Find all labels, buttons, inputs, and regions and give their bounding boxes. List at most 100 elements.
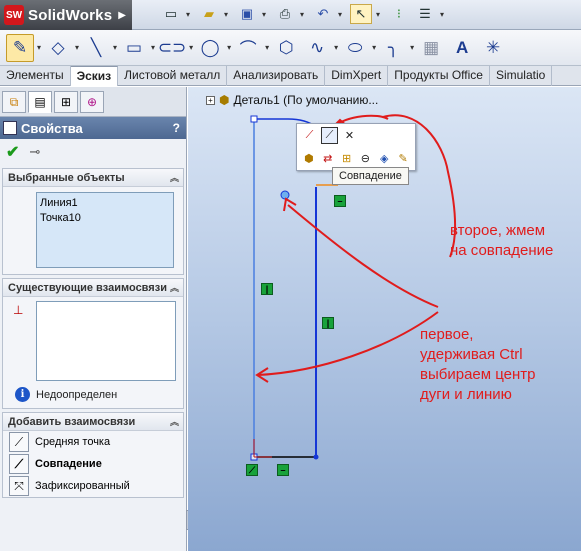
group-header[interactable]: Выбранные объекты ︽: [3, 169, 183, 187]
undo-icon[interactable]: ↶: [312, 4, 334, 24]
ok-check-icon[interactable]: ✔: [6, 142, 19, 162]
collapse-icon[interactable]: ︽: [170, 171, 179, 184]
tab-simulation[interactable]: Simulatio: [490, 66, 553, 86]
open-icon[interactable]: ▰: [198, 4, 220, 24]
properties-icon: [3, 121, 17, 135]
arc-icon[interactable]: ⌒: [234, 34, 262, 62]
endpoint-marker[interactable]: [250, 115, 258, 123]
chevron-down-icon[interactable]: ▾: [372, 43, 376, 52]
tab-sketch[interactable]: Эскиз: [70, 66, 119, 86]
text-icon[interactable]: A: [448, 34, 476, 62]
tab-office-products[interactable]: Продукты Office: [388, 66, 490, 86]
save-icon[interactable]: ▣: [236, 4, 258, 24]
tab-dimxpert[interactable]: DimXpert: [325, 66, 389, 86]
edit-sketch-icon[interactable]: ✎: [395, 150, 411, 167]
graphics-area[interactable]: + ⬢ Деталь1 (По умолчанию... | | – – ⟋ ⟋: [188, 87, 581, 551]
ellipse-icon[interactable]: ⬭: [341, 34, 369, 62]
chevron-down-icon[interactable]: ▾: [410, 43, 414, 52]
chevron-down-icon[interactable]: ▾: [334, 43, 338, 52]
configuration-manager-icon[interactable]: ⊞: [54, 91, 78, 113]
circle-icon[interactable]: ◯: [196, 34, 224, 62]
tab-features[interactable]: Элементы: [0, 66, 71, 86]
coincident-relation-badge[interactable]: ⟋: [246, 464, 258, 476]
ok-row: ✔ ⊸: [0, 139, 186, 165]
solidworks-logo-icon: SW: [4, 5, 24, 25]
line-icon[interactable]: ╲: [82, 34, 110, 62]
chevron-down-icon[interactable]: ▾: [75, 43, 79, 52]
autodimension-icon[interactable]: ⊞: [339, 150, 355, 167]
spline-icon[interactable]: ∿: [303, 34, 331, 62]
line-icon[interactable]: ⟋: [301, 127, 318, 144]
group-header[interactable]: Существующие взаимосвязи ︽: [3, 279, 183, 297]
chevron-down-icon[interactable]: ▾: [224, 4, 232, 24]
construction-icon[interactable]: ▦: [417, 34, 445, 62]
chevron-down-icon[interactable]: ▾: [338, 4, 346, 24]
dimxpert-manager-icon[interactable]: ⊕: [80, 91, 104, 113]
chevron-down-icon[interactable]: ▾: [227, 43, 231, 52]
new-icon[interactable]: ▭: [160, 4, 182, 24]
relation-fix[interactable]: ⤧ Зафиксированный: [3, 475, 183, 497]
tab-evaluate[interactable]: Анализировать: [227, 66, 326, 86]
coincident-icon[interactable]: ⟋: [321, 127, 338, 144]
existing-relations-group: Существующие взаимосвязи ︽ ⊥ i Недоопред…: [2, 278, 184, 409]
normal-to-icon[interactable]: ◈: [376, 150, 392, 167]
list-item[interactable]: Линия1: [40, 196, 170, 211]
status-text: Недоопределен: [36, 388, 118, 401]
chevron-down-icon[interactable]: ▾: [262, 4, 270, 24]
list-item[interactable]: Точка10: [40, 211, 170, 226]
point-icon[interactable]: ✳: [479, 34, 507, 62]
vertical-relation-badge[interactable]: |: [322, 317, 334, 329]
traffic-light-icon[interactable]: ⁝: [388, 4, 410, 24]
chevron-down-icon[interactable]: ▾: [113, 43, 117, 52]
polygon-icon[interactable]: ⬡: [272, 34, 300, 62]
sketch-toolbar: ✎ ▾ ◇ ▾ ╲ ▾ ▭ ▾ ⊂⊃ ▾ ◯ ▾ ⌒ ▾ ⬡ ∿ ▾ ⬭ ▾ ╮ ▾ ▦ A ✳: [0, 30, 581, 66]
annotation-arrow: [287, 204, 439, 308]
feature-manager-icon[interactable]: ⧉: [2, 91, 26, 113]
fix-icon[interactable]: ✕: [341, 127, 358, 144]
app-title: SolidWorks: [28, 6, 113, 24]
chevron-down-icon[interactable]: ▾: [300, 4, 308, 24]
pin-icon[interactable]: ⊸: [29, 144, 40, 160]
property-manager-icon[interactable]: ▤: [28, 91, 52, 113]
chevron-down-icon[interactable]: ▾: [265, 43, 269, 52]
status-row: i Недоопределен: [3, 385, 183, 408]
rectangle-icon[interactable]: ▭: [120, 34, 148, 62]
chevron-down-icon[interactable]: ▾: [376, 4, 384, 24]
arc-center-point[interactable]: [280, 190, 290, 200]
help-button[interactable]: ?: [173, 121, 180, 135]
chevron-down-icon[interactable]: ▾: [151, 43, 155, 52]
existing-relations-list[interactable]: [36, 301, 176, 381]
smart-dimension-icon[interactable]: ◇: [44, 34, 72, 62]
options-icon[interactable]: ☰: [414, 4, 436, 24]
solidworks-menu-button[interactable]: SW SolidWorks ▶: [0, 0, 132, 30]
fillet-icon[interactable]: ╮: [379, 34, 407, 62]
print-icon[interactable]: ⎙: [274, 4, 296, 24]
relation-midpoint[interactable]: ⟋ Средняя точка: [3, 431, 183, 453]
annotation-arrow: [257, 311, 439, 376]
horizontal-relation-badge[interactable]: –: [277, 464, 289, 476]
chevron-down-icon[interactable]: ▾: [186, 4, 194, 24]
sketch-icon[interactable]: ✎: [6, 33, 34, 62]
vertical-relation-badge[interactable]: |: [261, 283, 273, 295]
collapse-icon[interactable]: ︽: [170, 415, 179, 428]
tab-sheet-metal[interactable]: Листовой металл: [118, 66, 228, 86]
group-header[interactable]: Добавить взаимосвязи ︽: [3, 413, 183, 431]
title-bar: SW SolidWorks ▶ ▭ ▾ ▰ ▾ ▣ ▾ ⎙ ▾ ↶ ▾ ↖ ▾ ⁝ ☰ ▾: [0, 0, 581, 30]
slot-icon[interactable]: ⊂⊃: [158, 34, 187, 62]
chevron-down-icon[interactable]: ▾: [189, 43, 193, 52]
chevron-down-icon[interactable]: ▾: [37, 43, 41, 52]
horizontal-relation-badge[interactable]: –: [334, 195, 346, 207]
command-tabs: Элементы Эскиз Листовой металл Анализиро…: [0, 66, 581, 86]
convert-entities-icon[interactable]: ⬢: [301, 150, 317, 167]
endpoint-marker[interactable]: [313, 454, 319, 460]
relation-coincident[interactable]: ⟋ Совпадение: [3, 453, 183, 475]
relations-icon: ⊥: [13, 303, 24, 317]
menu-arrow-icon: ▶: [118, 9, 126, 21]
zoom-to-selection-icon[interactable]: ⊖: [357, 150, 373, 167]
select-icon[interactable]: ↖: [350, 4, 372, 24]
fix-icon: ⤧: [9, 476, 29, 496]
chevron-down-icon[interactable]: ▾: [440, 4, 448, 24]
display-relations-icon[interactable]: ⇄: [320, 150, 336, 167]
collapse-icon[interactable]: ︽: [170, 281, 179, 294]
selected-entities-list[interactable]: Линия1 Точка10: [36, 192, 174, 268]
